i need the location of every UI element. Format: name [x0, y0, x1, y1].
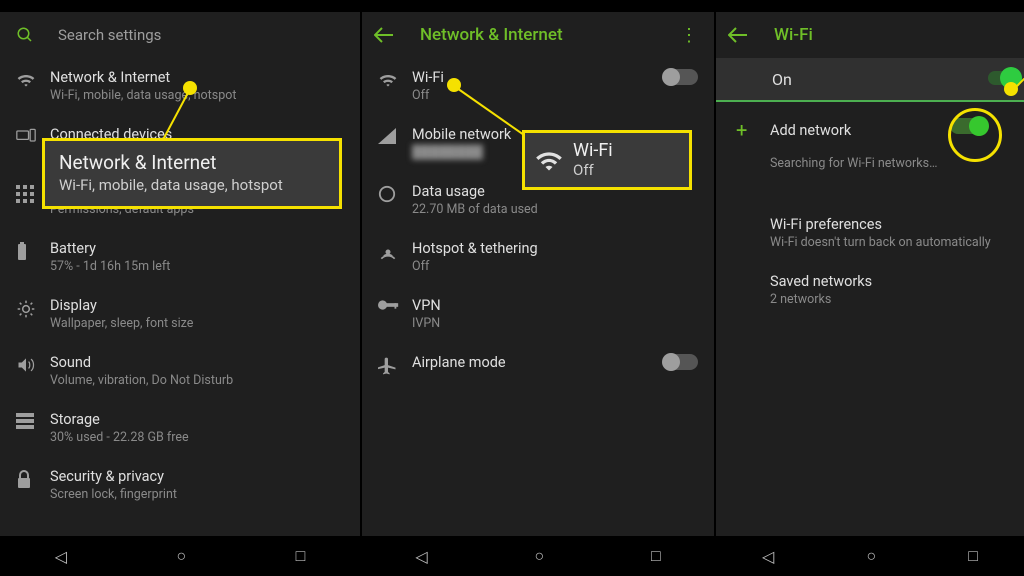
annotation-callout-network: Network & Internet Wi-Fi, mobile, data u… — [42, 138, 342, 209]
item-subtitle: 22.70 MB of data used — [412, 202, 698, 218]
display-icon — [16, 297, 50, 319]
status-bar — [0, 0, 360, 12]
status-bar — [716, 0, 1024, 12]
lock-icon — [16, 468, 50, 490]
callout-subtitle: Wi-Fi, mobile, data usage, hotspot — [59, 176, 325, 194]
back-icon[interactable] — [374, 27, 402, 43]
sound-icon — [16, 354, 50, 374]
wifi-toggle[interactable] — [664, 69, 698, 85]
nav-recents-icon[interactable]: □ — [296, 546, 306, 566]
airplane-toggle[interactable] — [664, 354, 698, 370]
airplane-icon — [378, 354, 412, 376]
storage-icon — [16, 411, 50, 429]
item-title: Wi-Fi preferences — [770, 216, 1008, 234]
header-title: Network & Internet — [420, 25, 680, 45]
annotation-dot — [183, 81, 197, 95]
wifi-icon — [378, 69, 412, 87]
settings-item-battery[interactable]: Battery 57% - 1d 16h 15m left — [0, 229, 360, 286]
item-subtitle: Wallpaper, sleep, font size — [50, 316, 344, 332]
callout-title: Wi-Fi — [573, 141, 613, 161]
vpn-key-icon — [378, 297, 412, 311]
status-bar — [362, 0, 714, 12]
item-title: Display — [50, 297, 344, 315]
nav-home-icon[interactable]: ○ — [176, 546, 186, 566]
android-nav-bar: ◁ ○ □ — [0, 536, 360, 576]
network-internet-panel: Network & Internet ⋮ Wi-Fi Off Mobile ne… — [362, 0, 714, 576]
android-nav-bar: ◁ ○ □ — [716, 536, 1024, 576]
network-item-vpn[interactable]: VPN IVPN — [362, 286, 714, 343]
item-subtitle: Off — [412, 259, 698, 275]
network-item-wifi[interactable]: Wi-Fi Off — [362, 58, 714, 115]
settings-root-panel: Search settings Network & Internet Wi-Fi… — [0, 0, 360, 576]
nav-home-icon[interactable]: ○ — [866, 546, 876, 566]
item-title: Sound — [50, 354, 344, 372]
wifi-icon — [16, 69, 50, 87]
item-title: Saved networks — [770, 273, 1008, 291]
wifi-icon — [535, 149, 563, 171]
android-nav-bar: ◁ ○ □ — [362, 536, 714, 576]
item-title: VPN — [412, 297, 698, 315]
nav-recents-icon[interactable]: □ — [968, 546, 978, 566]
wifi-panel: Wi-Fi On + Add network Searching for Wi-… — [716, 0, 1024, 576]
signal-icon — [378, 126, 412, 144]
search-placeholder: Search settings — [58, 26, 161, 44]
settings-item-sound[interactable]: Sound Volume, vibration, Do Not Disturb — [0, 343, 360, 400]
saved-networks-row[interactable]: Saved networks 2 networks — [716, 262, 1024, 319]
nav-recents-icon[interactable]: □ — [651, 546, 661, 566]
network-item-hotspot[interactable]: Hotspot & tethering Off — [362, 229, 714, 286]
nav-back-icon[interactable]: ◁ — [762, 547, 774, 566]
wifi-on-label: On — [772, 70, 792, 89]
annotation-circle — [948, 108, 1002, 162]
overflow-menu-icon[interactable]: ⋮ — [680, 25, 702, 46]
item-subtitle: Volume, vibration, Do Not Disturb — [50, 373, 344, 389]
hotspot-icon — [378, 240, 412, 262]
search-icon — [16, 26, 34, 44]
header-row: Wi-Fi — [716, 12, 1024, 58]
search-settings-row[interactable]: Search settings — [0, 12, 360, 58]
network-item-airplane[interactable]: Airplane mode — [362, 343, 714, 387]
plus-icon: + — [736, 118, 770, 142]
back-icon[interactable] — [728, 27, 756, 43]
wifi-preferences-row[interactable]: Wi-Fi preferences Wi-Fi doesn't turn bac… — [716, 205, 1024, 262]
item-subtitle: Wi-Fi doesn't turn back on automatically — [770, 235, 1008, 251]
item-subtitle: Screen lock, fingerprint — [50, 487, 344, 503]
item-title: Security & privacy — [50, 468, 344, 486]
item-subtitle: 30% used - 22.28 GB free — [50, 430, 344, 446]
header-title: Wi-Fi — [774, 25, 1012, 45]
nav-back-icon[interactable]: ◁ — [55, 547, 67, 566]
nav-home-icon[interactable]: ○ — [534, 546, 544, 566]
settings-item-security[interactable]: Security & privacy Screen lock, fingerpr… — [0, 457, 360, 514]
item-subtitle: IVPN — [412, 316, 698, 332]
settings-item-display[interactable]: Display Wallpaper, sleep, font size — [0, 286, 360, 343]
settings-item-storage[interactable]: Storage 30% used - 22.28 GB free — [0, 400, 360, 457]
item-subtitle: Wi-Fi, mobile, data usage, hotspot — [50, 88, 344, 104]
nav-back-icon[interactable]: ◁ — [415, 547, 427, 566]
item-title: Airplane mode — [412, 354, 664, 372]
callout-subtitle: Off — [573, 161, 613, 179]
item-subtitle: 2 networks — [770, 292, 1008, 308]
annotation-callout-wifi: Wi-Fi Off — [522, 130, 692, 190]
add-network-label: Add network — [770, 122, 851, 139]
callout-title: Network & Internet — [59, 151, 325, 174]
data-usage-icon — [378, 183, 412, 203]
item-title: Hotspot & tethering — [412, 240, 698, 258]
wifi-on-row[interactable]: On — [716, 58, 1024, 100]
item-title: Storage — [50, 411, 344, 429]
header-row: Network & Internet ⋮ — [362, 12, 714, 58]
item-subtitle: 57% - 1d 16h 15m left — [50, 259, 344, 275]
item-title: Network & Internet — [50, 69, 344, 87]
item-title: Battery — [50, 240, 344, 258]
battery-icon — [16, 240, 50, 262]
